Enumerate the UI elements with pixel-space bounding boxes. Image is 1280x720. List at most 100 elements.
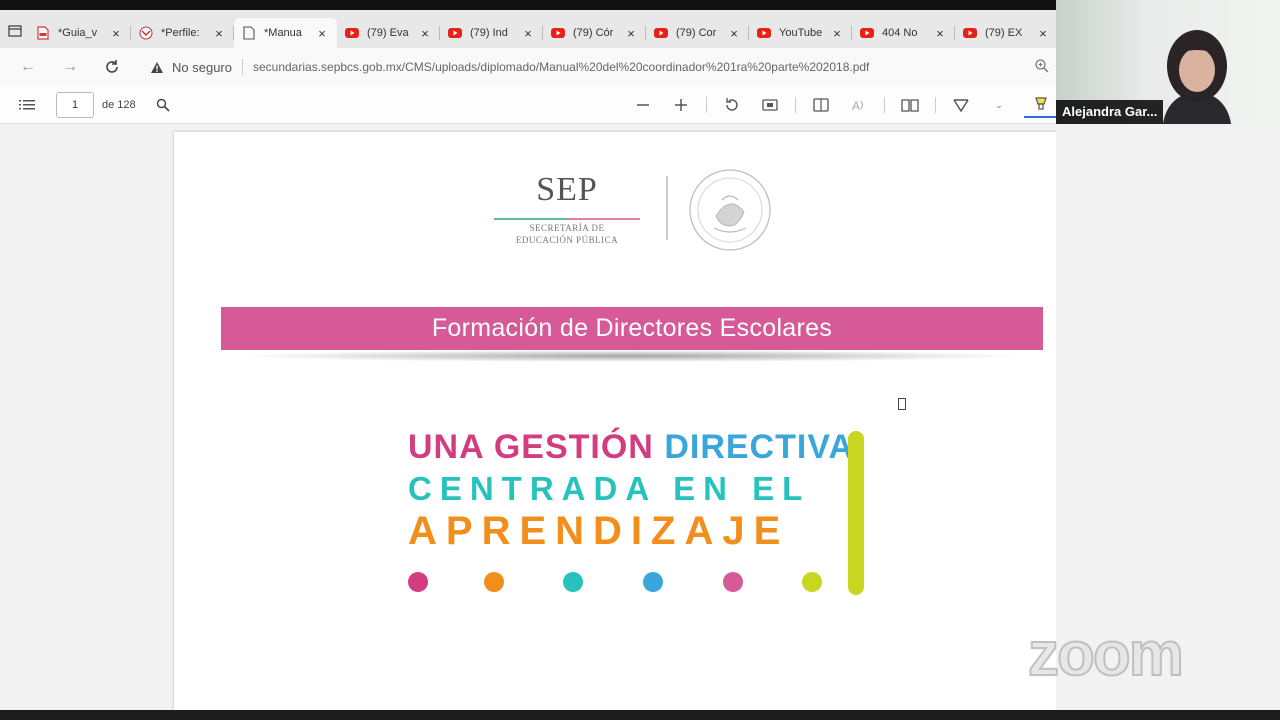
chevron-down-icon: ⌄ bbox=[995, 99, 1003, 110]
page-view-icon bbox=[813, 98, 829, 112]
toolbar-separator-2 bbox=[795, 97, 796, 113]
highlight-button[interactable] bbox=[1024, 92, 1056, 118]
youtube-icon bbox=[654, 26, 668, 40]
close-icon[interactable]: × bbox=[1036, 26, 1050, 41]
mexico-seal-icon bbox=[689, 169, 771, 251]
close-icon[interactable]: × bbox=[521, 26, 535, 41]
tab-7[interactable]: YouTube × bbox=[749, 18, 852, 48]
accent-bar bbox=[848, 431, 864, 595]
close-icon[interactable]: × bbox=[830, 26, 844, 41]
draw-options-button[interactable]: ⌄ bbox=[986, 92, 1012, 118]
toolbar-separator-4 bbox=[935, 97, 936, 113]
close-icon[interactable]: × bbox=[418, 26, 432, 41]
page-number-input[interactable]: 1 bbox=[56, 91, 94, 118]
close-icon[interactable]: × bbox=[212, 26, 226, 41]
tab-title: (79) Ind bbox=[470, 27, 508, 39]
tab-3[interactable]: (79) Eva × bbox=[337, 18, 440, 48]
close-icon[interactable]: × bbox=[109, 26, 123, 41]
plus-icon bbox=[675, 99, 687, 111]
minus-icon bbox=[637, 104, 649, 106]
youtube-icon bbox=[551, 26, 565, 40]
rotate-icon bbox=[726, 98, 738, 111]
contents-button[interactable] bbox=[14, 92, 40, 118]
participant-video-tile[interactable]: Alejandra Gar... bbox=[1056, 0, 1280, 124]
tab-8[interactable]: 404 No × bbox=[852, 18, 955, 48]
reload-icon bbox=[106, 60, 118, 73]
fit-page-button[interactable] bbox=[757, 92, 783, 118]
color-dot bbox=[643, 572, 663, 592]
text-cursor-icon bbox=[898, 398, 906, 410]
book-icon bbox=[901, 99, 919, 112]
tab-bar: *Guia_v × *Perfile: × *Manua × (79) Eva × (79) I… bbox=[0, 10, 1056, 48]
youtube-icon bbox=[860, 26, 874, 40]
forward-button[interactable]: → bbox=[56, 53, 84, 81]
zoom-page-button[interactable] bbox=[1034, 58, 1052, 76]
read-aloud-button[interactable]: A bbox=[846, 92, 872, 118]
zoom-out-button[interactable] bbox=[630, 92, 656, 118]
close-icon[interactable]: × bbox=[727, 26, 741, 41]
list-icon bbox=[19, 99, 35, 109]
page-view-button[interactable] bbox=[808, 92, 834, 118]
banner-shadow bbox=[234, 350, 1024, 362]
tab-actions-button[interactable] bbox=[8, 16, 22, 46]
security-indicator[interactable]: No seguro bbox=[150, 60, 232, 75]
close-icon[interactable]: × bbox=[933, 26, 947, 41]
tab-6[interactable]: (79) Cor × bbox=[646, 18, 749, 48]
find-button[interactable] bbox=[150, 92, 176, 118]
forward-arrow-icon: → bbox=[62, 58, 78, 75]
back-button[interactable]: ← bbox=[14, 53, 42, 81]
tab-title: YouTube bbox=[779, 27, 823, 39]
logo-divider bbox=[666, 176, 668, 240]
tab-title: (79) EX bbox=[985, 27, 1023, 39]
pdf-toolbar: 1 de 128 A ⌄ ⌄ bbox=[0, 86, 1056, 124]
section-banner: Formación de Directores Escolares bbox=[221, 307, 1043, 350]
title-line-1: UNA GESTIÓN DIRECTIVA bbox=[408, 428, 853, 466]
tab-1[interactable]: *Perfile: × bbox=[131, 18, 234, 48]
sep-subtitle-line2: EDUCACIÓN PÚBLICA bbox=[515, 235, 619, 245]
tab-5[interactable]: (79) Cór × bbox=[543, 18, 646, 48]
pdf-viewport[interactable]: SEP SECRETARÍA DE EDUCACIÓN PÚBLICA Form… bbox=[0, 124, 1056, 710]
color-dot bbox=[563, 572, 583, 592]
magnifier-plus-icon bbox=[1035, 59, 1049, 73]
document-icon bbox=[242, 26, 256, 40]
toolbar-separator-3 bbox=[884, 97, 885, 113]
read-aloud-icon: A bbox=[852, 99, 863, 112]
highlighter-icon bbox=[1035, 97, 1047, 110]
title-line-2: CENTRADA EN EL bbox=[408, 470, 811, 507]
title-line-1-part-a: UNA GESTIÓN bbox=[408, 428, 654, 466]
url-field[interactable]: secundarias.sepbcs.gob.mx/CMS/uploads/di… bbox=[253, 60, 869, 74]
color-dot bbox=[408, 572, 428, 592]
sep-wordmark: SEP bbox=[536, 171, 598, 208]
draw-icon bbox=[953, 99, 969, 113]
reload-button[interactable] bbox=[98, 53, 126, 81]
color-dot bbox=[484, 572, 504, 592]
tab-strip: *Guia_v × *Perfile: × *Manua × (79) Eva × (79) I… bbox=[28, 18, 1056, 48]
tab-title: *Perfile: bbox=[161, 27, 200, 39]
zoom-watermark: zoom bbox=[1027, 620, 1185, 689]
top-strip bbox=[0, 0, 1056, 10]
youtube-icon bbox=[963, 26, 977, 40]
tab-0[interactable]: *Guia_v × bbox=[28, 18, 131, 48]
sep-color-lines bbox=[492, 210, 642, 220]
rotate-button[interactable] bbox=[719, 92, 745, 118]
sep-subtitle-line1: SECRETARÍA DE bbox=[529, 223, 605, 233]
app-icon bbox=[139, 26, 153, 40]
close-icon[interactable]: × bbox=[624, 26, 638, 41]
tab-2[interactable]: *Manua × bbox=[234, 18, 337, 48]
immersive-reader-button[interactable] bbox=[897, 92, 923, 118]
svg-text:A: A bbox=[852, 99, 860, 112]
youtube-icon bbox=[448, 26, 462, 40]
pdf-page: SEP SECRETARÍA DE EDUCACIÓN PÚBLICA Form… bbox=[174, 132, 1056, 710]
bottom-strip bbox=[0, 710, 1280, 720]
tab-4[interactable]: (79) Ind × bbox=[440, 18, 543, 48]
page-total-label: de 128 bbox=[102, 98, 136, 111]
draw-button[interactable] bbox=[948, 92, 974, 118]
tab-9[interactable]: (79) EX × bbox=[955, 18, 1056, 48]
zoom-in-button[interactable] bbox=[668, 92, 694, 118]
participant-name: Alejandra Gar... bbox=[1056, 100, 1164, 124]
back-arrow-icon: ← bbox=[20, 58, 36, 75]
security-label: No seguro bbox=[172, 59, 232, 75]
pdf-tools-right: A ⌄ ⌄ bbox=[630, 92, 1056, 118]
tab-actions-icon bbox=[8, 25, 22, 37]
close-icon[interactable]: × bbox=[315, 26, 329, 41]
